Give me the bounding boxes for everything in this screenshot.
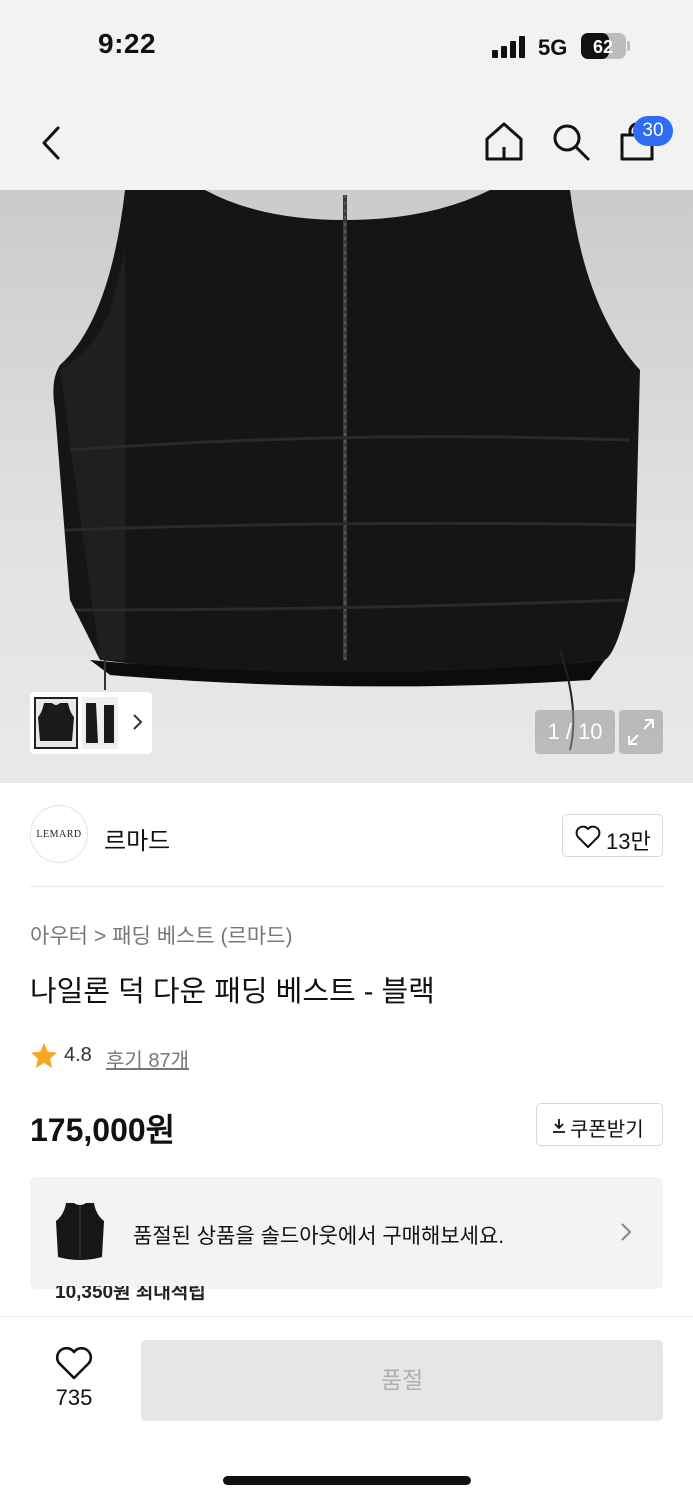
download-icon [553,1119,565,1133]
expand-button[interactable] [619,710,663,754]
product-title: 나일론 덕 다운 패딩 베스트 - 블랙 [30,976,435,1008]
thumbnail-2[interactable] [82,697,118,749]
battery-icon: 62 [581,33,630,59]
brand-like-count: 13만 [606,829,651,854]
battery-level: 62 [593,37,613,57]
search-icon[interactable] [551,122,591,162]
divider [30,886,663,887]
chevron-right-icon[interactable] [130,712,144,732]
brand-name[interactable]: 르마드 [104,821,170,856]
review-count-link[interactable]: 후기 87개 [106,1044,189,1073]
nav-bar [0,95,693,190]
thumbnail-strip [30,692,152,754]
home-indicator [223,1476,471,1485]
soldout-product-thumbnail [56,1203,104,1260]
wishlist-button[interactable]: 735 [52,1347,96,1417]
sold-out-button[interactable]: 품절 [141,1340,663,1421]
max-points-text: 10,350원 최대적립 [55,1286,206,1303]
chevron-right-icon: > [93,925,107,948]
cart-count-badge: 30 [633,116,673,146]
soldout-banner[interactable]: 품절된 상품을 솔드아웃에서 구매해보세요. [30,1177,663,1289]
back-arrow-icon[interactable] [36,123,68,163]
expand-icon [628,719,654,745]
star-icon [31,1043,57,1068]
breadcrumb-category[interactable]: 아우터 [30,925,88,948]
rating-value: 4.8 [64,1044,92,1066]
thumbnail-vest-image [38,703,74,741]
wishlist-count: 735 [55,1385,93,1410]
status-bar: 9:22 5G 62 [0,0,693,95]
bottom-action-bar: 735 품절 [0,1316,693,1500]
brand-row: LEMARD 르마드 13만 [30,805,663,865]
chevron-right-icon [621,1223,632,1241]
thumbnail-vest-side-image [86,703,114,743]
heart-icon [575,825,601,848]
product-price: 175,000원 [30,1112,176,1148]
status-time: 9:22 [98,28,157,59]
image-counter: 1 / 10 [535,710,615,754]
signal-icon [492,36,525,58]
thumbnail-1[interactable] [34,697,78,749]
coupon-download-button[interactable]: 쿠폰받기 [536,1103,663,1146]
heart-icon [55,1347,93,1380]
brand-logo[interactable]: LEMARD [30,805,88,863]
network-type: 5G [538,35,568,60]
product-image-gallery[interactable]: 1 / 10 [0,190,693,783]
soldout-banner-text: 품절된 상품을 솔드아웃에서 구매해보세요. [133,1225,505,1248]
home-icon[interactable] [484,121,524,163]
coupon-label: 쿠폰받기 [570,1119,644,1141]
breadcrumb-subcategory[interactable]: 패딩 베스트 (르마드) [112,925,292,948]
brand-like-button[interactable]: 13만 [562,814,663,857]
breadcrumb: 아우터 > 패딩 베스트 (르마드) [30,920,292,950]
